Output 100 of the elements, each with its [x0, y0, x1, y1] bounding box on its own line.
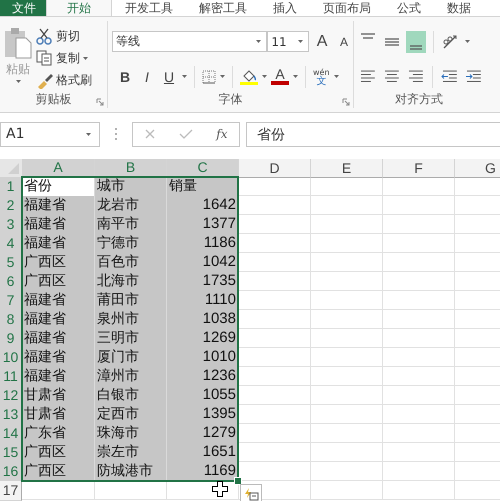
- dialog-launcher-icon[interactable]: [342, 98, 350, 106]
- row-header[interactable]: 2: [0, 196, 22, 216]
- table-cell: 甘肃省: [22, 405, 95, 425]
- underline-button[interactable]: U: [160, 68, 178, 84]
- row-header[interactable]: 9: [0, 329, 22, 349]
- dropdown-caret-icon[interactable]: [465, 40, 470, 43]
- phonetic-guide-button[interactable]: wén 文: [313, 68, 330, 86]
- table-cell: 宁德市: [95, 234, 167, 254]
- dropdown-caret-icon[interactable]: [262, 75, 267, 78]
- table-cell: 1010: [167, 348, 239, 368]
- table-cell: 广西区: [22, 272, 95, 292]
- row-header[interactable]: 1: [0, 177, 22, 197]
- cut-button[interactable]: 剪切: [36, 27, 92, 45]
- group-label: 剪贴板: [36, 90, 72, 108]
- row-header[interactable]: 5: [0, 253, 22, 273]
- quick-analysis-icon[interactable]: [240, 484, 262, 501]
- row-header[interactable]: 7: [0, 291, 22, 311]
- table-cell: 三明市: [95, 329, 167, 349]
- table-cell: 莆田市: [95, 291, 167, 311]
- table-cell: 1377: [167, 215, 239, 235]
- italic-button[interactable]: I: [138, 68, 156, 84]
- ribbon-tab[interactable]: 开始: [46, 0, 112, 16]
- table-cell: 龙岩市: [95, 196, 167, 216]
- dropdown-caret-icon[interactable]: [334, 75, 339, 78]
- row-header[interactable]: 3: [0, 215, 22, 235]
- row-header[interactable]: 15: [0, 443, 22, 463]
- row-header[interactable]: 10: [0, 348, 22, 368]
- table-cell: 定西市: [95, 405, 167, 425]
- fill-color-icon[interactable]: [240, 68, 258, 84]
- row-header[interactable]: 13: [0, 405, 22, 425]
- align-bottom-icon[interactable]: [406, 30, 426, 52]
- table-cell: 白银市: [95, 386, 167, 406]
- dropdown-caret-icon[interactable]: [298, 40, 304, 43]
- dropdown-caret-icon[interactable]: [182, 75, 187, 78]
- dropdown-caret-icon[interactable]: [256, 40, 262, 43]
- file-tab[interactable]: 文件: [0, 0, 46, 16]
- table-cell: 福建省: [22, 196, 95, 216]
- table-cell: 城市: [95, 177, 167, 197]
- table-cell: 崇左市: [95, 443, 167, 463]
- group-label: 字体: [218, 90, 242, 108]
- dropdown-caret-icon[interactable]: [83, 56, 88, 60]
- font-name-field[interactable]: 等线: [112, 31, 268, 52]
- row-header[interactable]: 6: [0, 272, 22, 292]
- borders-icon[interactable]: [202, 70, 216, 84]
- dropdown-caret-icon[interactable]: [86, 132, 91, 136]
- table-cell: 福建省: [22, 215, 95, 235]
- column-header[interactable]: D: [239, 159, 311, 178]
- paintbrush-icon: [36, 72, 53, 88]
- column-header[interactable]: E: [311, 159, 383, 178]
- more-options-icon[interactable]: [114, 127, 118, 141]
- table-cell: 福建省: [22, 234, 95, 254]
- ribbon-tab[interactable]: 公式: [384, 0, 434, 16]
- table-cell: 1236: [167, 367, 239, 387]
- table-cell: 珠海市: [95, 424, 167, 444]
- ribbon-tab[interactable]: 解密工具: [186, 0, 260, 16]
- table-cell: 1038: [167, 310, 239, 330]
- table-cell: 1186: [167, 234, 239, 254]
- table-cell: 福建省: [22, 310, 95, 330]
- fill-handle[interactable]: [234, 477, 242, 485]
- table-cell: 广西区: [22, 443, 95, 463]
- table-cell: 厦门市: [95, 348, 167, 368]
- name-box[interactable]: A1: [0, 122, 100, 146]
- dropdown-caret-icon[interactable]: [220, 75, 225, 78]
- clipboard-icon: [4, 27, 32, 59]
- ribbon-tab[interactable]: 插入: [260, 0, 310, 16]
- row-header[interactable]: 11: [0, 367, 22, 387]
- row-header[interactable]: 16: [0, 462, 22, 482]
- row-header[interactable]: 17: [0, 481, 22, 501]
- table-cell: 福建省: [22, 348, 95, 368]
- table-cell: 百色市: [95, 253, 167, 273]
- font-size-field[interactable]: 11: [267, 31, 310, 52]
- decrease-font-size-button[interactable]: A: [335, 34, 353, 48]
- table-cell: 1042: [167, 253, 239, 273]
- row-header[interactable]: 12: [0, 386, 22, 406]
- insert-function-button[interactable]: fx: [216, 127, 228, 141]
- table-cell: 1651: [167, 443, 239, 463]
- font-color-button[interactable]: A: [271, 68, 289, 85]
- table-cell: 防城港市: [95, 462, 167, 482]
- table-cell: 漳州市: [95, 367, 167, 387]
- row-header[interactable]: 8: [0, 310, 22, 330]
- column-header[interactable]: G: [455, 159, 500, 178]
- ribbon-tab[interactable]: 页面布局: [310, 0, 384, 16]
- bold-button[interactable]: B: [116, 68, 134, 84]
- ribbon-tab[interactable]: 开发工具: [112, 0, 186, 16]
- row-header[interactable]: 14: [0, 424, 22, 444]
- copy-button[interactable]: 复制: [36, 49, 92, 67]
- table-cell: 南平市: [95, 215, 167, 235]
- ribbon-tab[interactable]: 数据: [434, 0, 484, 16]
- table-cell: 1269: [167, 329, 239, 349]
- column-header[interactable]: F: [383, 159, 455, 178]
- dropdown-caret-icon[interactable]: [16, 80, 20, 83]
- painter-button[interactable]: 格式刷: [36, 71, 92, 89]
- dropdown-caret-icon[interactable]: [293, 75, 298, 78]
- scissors-icon: [36, 28, 53, 44]
- formula-field[interactable]: 省份: [246, 122, 500, 146]
- dialog-launcher-icon[interactable]: [96, 98, 104, 106]
- increase-font-size-button[interactable]: A: [313, 32, 332, 50]
- row-header[interactable]: 4: [0, 234, 22, 254]
- table-cell: 福建省: [22, 291, 95, 311]
- cross-cursor-icon: [212, 481, 228, 497]
